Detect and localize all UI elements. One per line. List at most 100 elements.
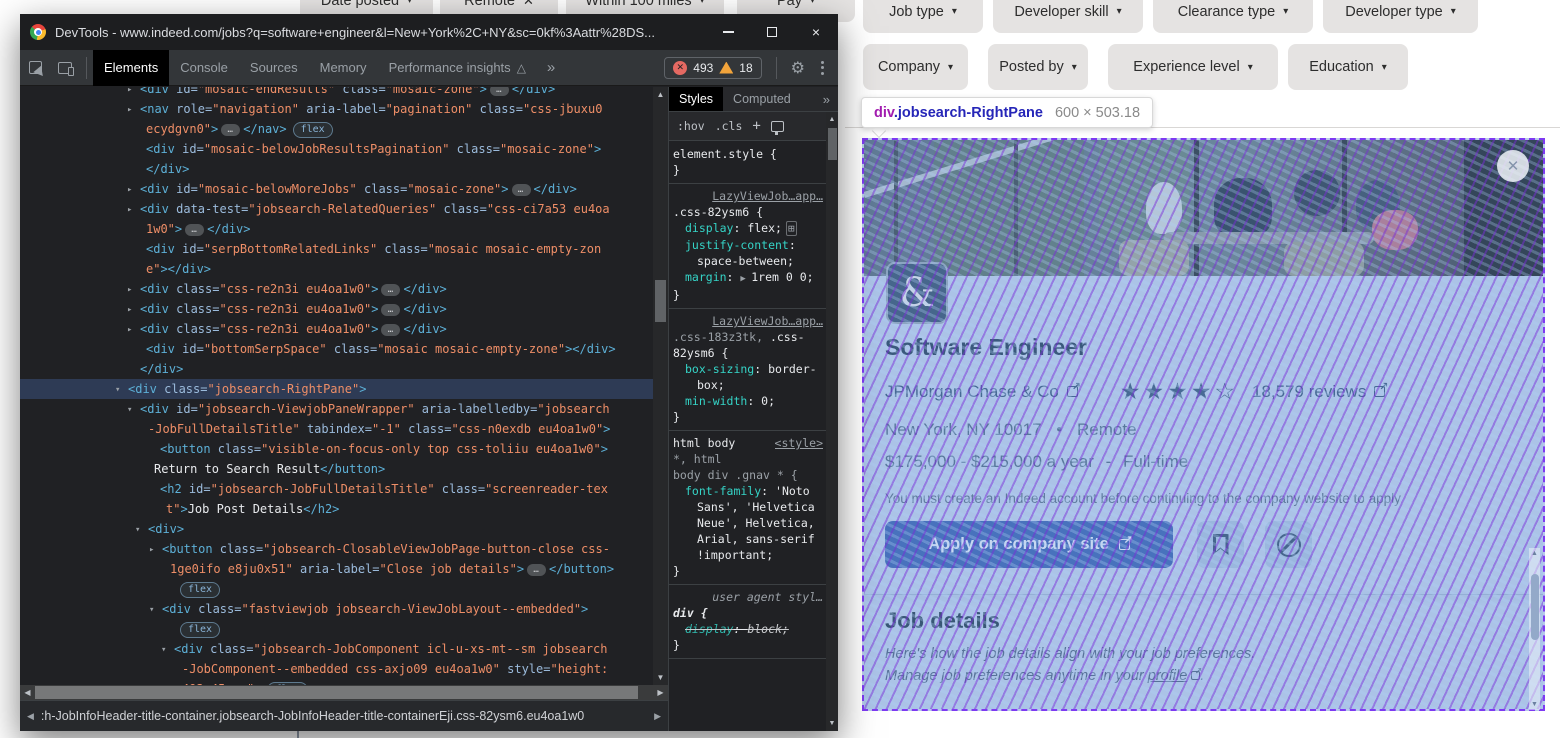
css-rule[interactable]: html body<style>*, htmlbody div .gnav * … bbox=[669, 431, 827, 585]
tree-collapsed-icon[interactable]: ▸ bbox=[127, 320, 132, 340]
expand-value-icon[interactable]: ▶ bbox=[740, 274, 751, 284]
menu-dots-icon[interactable] bbox=[813, 61, 832, 75]
expand-ellipsis-icon[interactable]: … bbox=[185, 224, 204, 236]
reviews-link[interactable]: 18,579 reviews bbox=[1252, 382, 1366, 402]
expand-ellipsis-icon[interactable]: … bbox=[490, 87, 509, 96]
code-line[interactable]: <button class="visible-on-focus-only top… bbox=[20, 439, 653, 459]
filter-pill-clearance-type[interactable]: Clearance type▾ bbox=[1153, 0, 1313, 33]
settings-gear-icon[interactable]: ⚙ bbox=[791, 58, 805, 78]
breadcrumb-right-icon[interactable]: ▶ bbox=[647, 711, 668, 722]
filter-pill-developer-type[interactable]: Developer type▾ bbox=[1323, 0, 1478, 33]
console-issues-badge[interactable]: ✕ 493 18 bbox=[664, 57, 761, 79]
tree-collapsed-icon[interactable]: ▸ bbox=[127, 100, 132, 120]
flex-badge[interactable]: flex bbox=[180, 582, 220, 598]
flex-badge[interactable]: flex bbox=[293, 122, 333, 138]
styles-tab-styles[interactable]: Styles bbox=[669, 87, 723, 111]
expand-ellipsis-icon[interactable]: … bbox=[381, 324, 400, 336]
scrollbar-thumb[interactable] bbox=[655, 280, 666, 322]
css-rule[interactable]: element.style {} bbox=[669, 142, 827, 184]
code-line[interactable]: 1w0">…</div> bbox=[20, 219, 653, 239]
code-line[interactable]: <div id="serpBottomRelatedLinks" class="… bbox=[20, 239, 653, 259]
devtools-tab-performance-insights[interactable]: Performance insights△ bbox=[378, 50, 537, 86]
code-line[interactable]: <div id="mosaic-belowJobResultsPaginatio… bbox=[20, 139, 653, 159]
filter-pill-developer-skill[interactable]: Developer skill▾ bbox=[993, 0, 1143, 33]
code-line[interactable]: ▾<div class="fastviewjob jobsearch-ViewJ… bbox=[20, 599, 653, 619]
stylesheet-source-link[interactable]: LazyViewJob…app… bbox=[712, 313, 823, 329]
filter-pill-company[interactable]: Company▾ bbox=[863, 44, 968, 90]
scroll-down-icon[interactable]: ▼ bbox=[653, 673, 668, 682]
code-line[interactable]: e"></div> bbox=[20, 259, 653, 279]
css-declaration[interactable]: min-width: 0; bbox=[673, 393, 823, 409]
elements-vertical-scrollbar[interactable]: ▲ ▼ bbox=[653, 87, 668, 685]
device-toolbar-icon[interactable] bbox=[50, 54, 80, 82]
tree-expanded-icon[interactable]: ▾ bbox=[161, 640, 166, 660]
hover-state-button[interactable]: :hov bbox=[677, 119, 705, 133]
code-line[interactable]: 1ge0ifo e8ju0x51" aria-label="Close job … bbox=[20, 559, 653, 579]
tree-collapsed-icon[interactable]: ▸ bbox=[149, 540, 154, 560]
stylesheet-source-link[interactable]: LazyViewJob…app… bbox=[712, 188, 823, 204]
code-line[interactable]: <h2 id="jobsearch-JobFullDetailsTitle" c… bbox=[20, 479, 653, 499]
scroll-down-icon[interactable]: ▼ bbox=[826, 720, 838, 727]
breadcrumb-left-icon[interactable]: ◀ bbox=[20, 711, 41, 722]
code-line[interactable]: ▸<nav role="navigation" aria-label="pagi… bbox=[20, 99, 653, 119]
expand-ellipsis-icon[interactable]: … bbox=[221, 124, 240, 136]
css-declaration[interactable]: box-sizing: border-box; bbox=[673, 361, 823, 393]
class-toggle-button[interactable]: .cls bbox=[715, 119, 743, 133]
tree-collapsed-icon[interactable]: ▸ bbox=[127, 280, 132, 300]
tree-expanded-icon[interactable]: ▾ bbox=[135, 520, 140, 540]
code-line[interactable]: flex bbox=[20, 579, 653, 599]
scroll-left-icon[interactable]: ◀ bbox=[20, 685, 35, 700]
expand-ellipsis-icon[interactable]: … bbox=[381, 304, 400, 316]
profile-link[interactable]: profile bbox=[1148, 668, 1188, 684]
code-line[interactable]: -JobComponent--embedded css-axjo09 eu4oa… bbox=[20, 659, 653, 679]
code-line[interactable]: <div id="bottomSerpSpace" class="mosaic … bbox=[20, 339, 653, 359]
code-line[interactable]: </div> bbox=[20, 159, 653, 179]
tree-expanded-icon[interactable]: ▾ bbox=[127, 400, 132, 420]
code-line[interactable]: ▾<div class="jobsearch-JobComponent icl-… bbox=[20, 639, 653, 659]
filter-pill-experience-level[interactable]: Experience level▾ bbox=[1108, 44, 1278, 90]
code-line[interactable]: flex bbox=[20, 619, 653, 639]
minimize-button[interactable] bbox=[706, 14, 750, 50]
devtools-tab-elements[interactable]: Elements bbox=[93, 50, 169, 86]
scroll-up-icon[interactable]: ▲ bbox=[826, 116, 838, 123]
stylesheet-source-link[interactable]: <style> bbox=[775, 435, 823, 451]
more-tabs-icon[interactable]: » bbox=[537, 59, 565, 76]
tree-collapsed-icon[interactable]: ▸ bbox=[127, 180, 132, 200]
expand-ellipsis-icon[interactable]: … bbox=[512, 184, 531, 196]
maximize-button[interactable] bbox=[750, 14, 794, 50]
code-line[interactable]: Return to Search Result</button> bbox=[20, 459, 653, 479]
code-line-selected[interactable]: ▾<div class="jobsearch-RightPane"> bbox=[20, 379, 653, 399]
flex-editor-icon[interactable]: ⊞ bbox=[786, 221, 797, 236]
save-job-button[interactable] bbox=[1197, 521, 1244, 568]
filter-pill-posted-by[interactable]: Posted by▾ bbox=[988, 44, 1088, 90]
tree-expanded-icon[interactable]: ▾ bbox=[149, 600, 154, 620]
styles-scrollbar[interactable]: ▲ ▼ bbox=[826, 112, 838, 731]
not-interested-button[interactable] bbox=[1265, 521, 1312, 568]
apply-button[interactable]: Apply on company site ↗ bbox=[885, 521, 1173, 568]
breadcrumb[interactable]: :h-JobInfoHeader-title-container.jobsear… bbox=[41, 709, 647, 723]
devtools-tab-memory[interactable]: Memory bbox=[309, 50, 378, 86]
elements-horizontal-scrollbar[interactable]: ◀ ▶ bbox=[20, 685, 668, 700]
css-declaration[interactable]: font-family: 'Noto Sans', 'Helvetica Neu… bbox=[673, 483, 823, 563]
inspect-element-icon[interactable] bbox=[20, 54, 50, 82]
code-line[interactable]: ▸<div class="css-re2n3i eu4oa1w0">…</div… bbox=[20, 279, 653, 299]
css-rule[interactable]: LazyViewJob…app….css-82ysm6 {display: fl… bbox=[669, 184, 827, 309]
css-rule[interactable]: user agent styl…div {display: block;} bbox=[669, 585, 827, 659]
filter-pill-education[interactable]: Education▾ bbox=[1288, 44, 1408, 90]
code-line[interactable]: ▸<button class="jobsearch-ClosableViewJo… bbox=[20, 539, 653, 559]
more-panels-icon[interactable]: » bbox=[815, 87, 838, 111]
code-line[interactable]: ▾<div id="jobsearch-ViewjobPaneWrapper" … bbox=[20, 399, 653, 419]
scroll-down-icon[interactable]: ▼ bbox=[1529, 701, 1540, 708]
scroll-up-icon[interactable]: ▲ bbox=[1529, 550, 1540, 557]
tree-collapsed-icon[interactable]: ▸ bbox=[127, 300, 132, 320]
company-link[interactable]: JPMorgan Chase & Co bbox=[885, 382, 1059, 402]
code-line[interactable]: ecydgvn0">…</nav>flex bbox=[20, 119, 653, 139]
tree-collapsed-icon[interactable]: ▸ bbox=[127, 200, 132, 220]
job-pane-scrollbar[interactable]: ▲ ▼ bbox=[1529, 548, 1540, 710]
css-rule[interactable]: LazyViewJob…app….css-183z3tk, .css-82ysm… bbox=[669, 309, 827, 431]
new-rule-icon[interactable]: + bbox=[752, 118, 760, 134]
code-line[interactable]: ▸<div data-test="jobsearch-RelatedQuerie… bbox=[20, 199, 653, 219]
code-line[interactable]: t">Job Post Details</h2> bbox=[20, 499, 653, 519]
code-line[interactable]: ▸<div class="css-re2n3i eu4oa1w0">…</div… bbox=[20, 319, 653, 339]
code-line[interactable]: ▾<div> bbox=[20, 519, 653, 539]
